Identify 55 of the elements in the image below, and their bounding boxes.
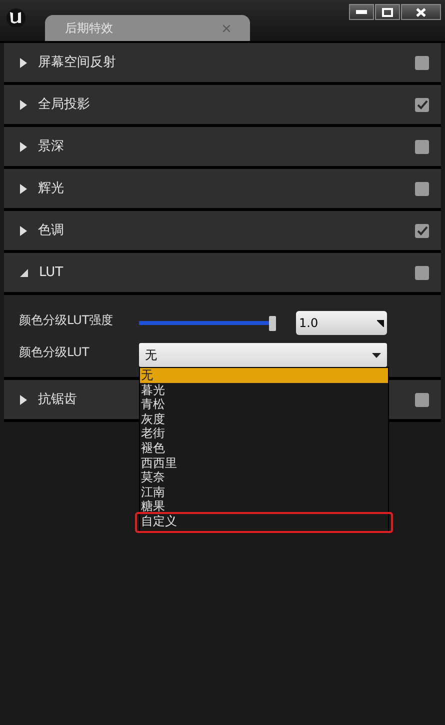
collapsed-caret-icon xyxy=(20,184,27,194)
section-header[interactable]: 色调 xyxy=(4,211,441,253)
value-field[interactable]: 1.0 xyxy=(296,311,387,335)
collapsed-caret-icon xyxy=(20,226,27,236)
dropdown-arrow-icon xyxy=(372,352,381,358)
collapsed-caret-icon xyxy=(20,142,27,152)
checkbox[interactable] xyxy=(415,98,429,112)
checkmark-icon xyxy=(416,226,428,236)
dropdown-option[interactable]: 自定义 xyxy=(140,514,388,529)
section-header[interactable]: 辉光 xyxy=(4,169,441,211)
dropdown-option[interactable]: 江南 xyxy=(140,484,388,500)
slider-thumb[interactable] xyxy=(269,316,276,330)
section-title: 辉光 xyxy=(38,180,64,198)
dropdown-option[interactable]: 褪色 xyxy=(140,440,388,456)
section-header[interactable]: LUT xyxy=(4,253,441,295)
expanded-caret-icon xyxy=(20,268,28,276)
checkbox[interactable] xyxy=(415,266,429,280)
checkbox[interactable] xyxy=(415,392,429,406)
dropdown-option[interactable]: 青松 xyxy=(140,397,388,412)
dropdown-option[interactable]: 糖果 xyxy=(140,499,388,514)
close-icon xyxy=(416,8,426,16)
resize-arrow-icon xyxy=(377,320,384,326)
checkbox[interactable] xyxy=(415,140,429,154)
section-header[interactable]: 景深 xyxy=(4,127,441,169)
dropdown-option[interactable]: 无 xyxy=(140,368,388,383)
close-button[interactable] xyxy=(401,4,441,20)
collapsed-caret-icon xyxy=(20,394,27,404)
section-header[interactable]: 屏幕空间反射 xyxy=(4,43,441,85)
collapsed-caret-icon xyxy=(20,58,27,68)
checkbox[interactable] xyxy=(415,56,429,70)
setting-label: 颜色分级LUT xyxy=(19,344,90,361)
collapsed-caret-icon xyxy=(20,100,27,110)
maximize-icon xyxy=(382,8,393,16)
section-title: LUT xyxy=(39,264,64,282)
section-title: 景深 xyxy=(38,138,64,156)
maximize-button[interactable] xyxy=(375,4,400,20)
dropdown-option[interactable]: 莫奈 xyxy=(140,470,388,485)
dropdown-option[interactable]: 暮光 xyxy=(140,382,388,398)
lut-dropdown[interactable]: 无 xyxy=(139,343,387,367)
dropdown-option[interactable]: 西西里 xyxy=(140,456,388,470)
checkbox[interactable] xyxy=(415,224,429,238)
checkmark-icon xyxy=(416,100,428,110)
section-title: 屏幕空间反射 xyxy=(38,54,116,72)
tab-title: 后期特效 xyxy=(65,20,113,37)
dropdown-option[interactable]: 老街 xyxy=(140,426,388,441)
section-header[interactable]: 全局投影 xyxy=(4,85,441,127)
minimize-button[interactable] xyxy=(349,4,374,20)
setting-label: 颜色分级LUT强度 xyxy=(19,312,114,329)
minimize-icon xyxy=(356,10,367,14)
dropdown-option[interactable]: 灰度 xyxy=(140,412,388,426)
section-title: 全局投影 xyxy=(38,96,90,114)
section-title: 抗锯齿 xyxy=(38,390,77,409)
section-title: 色调 xyxy=(38,222,64,240)
logo-icon xyxy=(6,8,26,28)
checkbox[interactable] xyxy=(415,182,429,196)
